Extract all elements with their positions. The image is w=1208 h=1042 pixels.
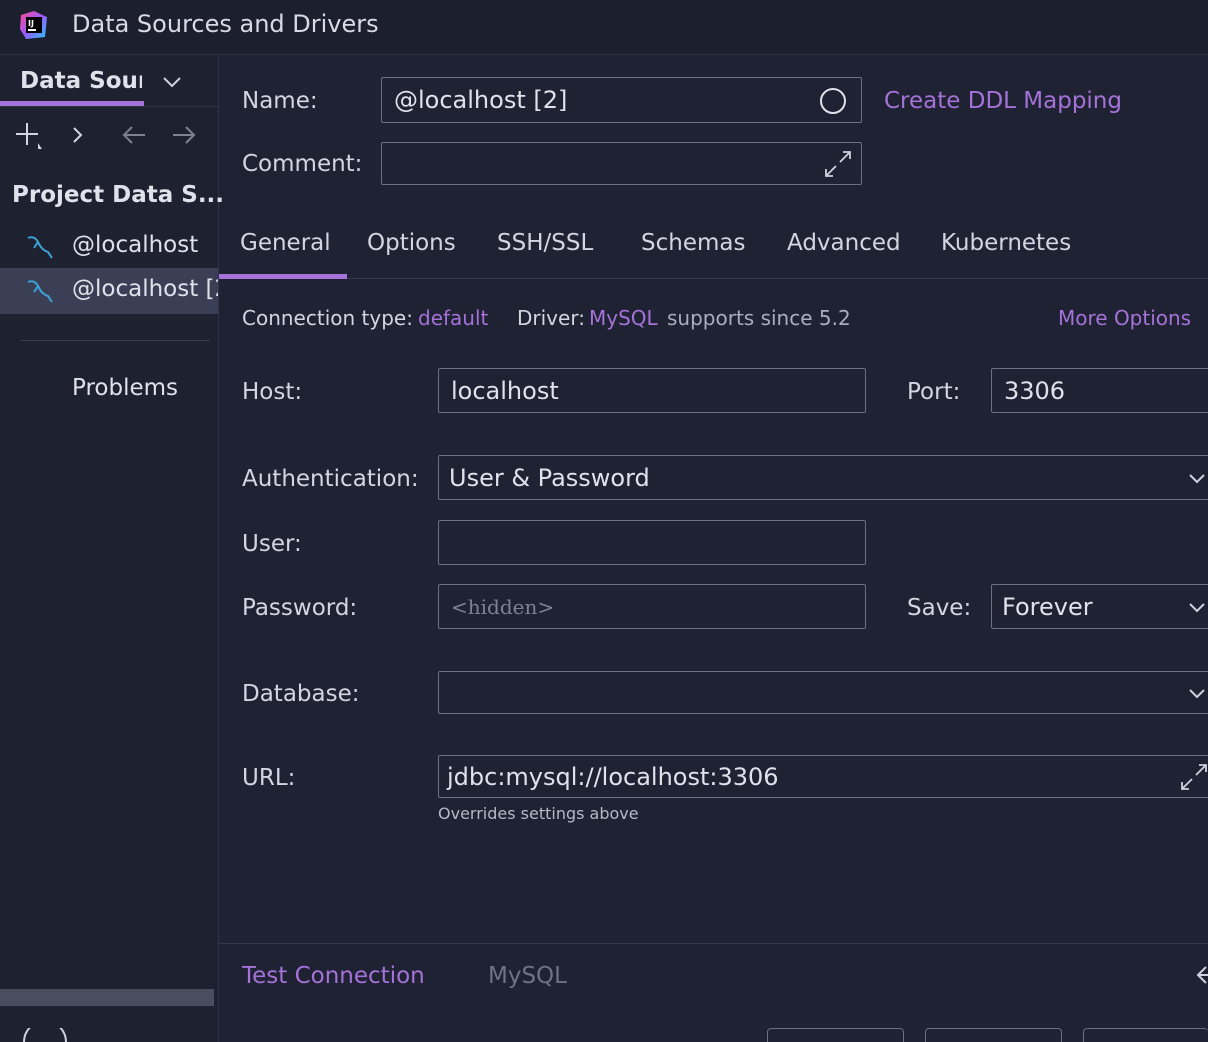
host-value: localhost — [451, 376, 559, 405]
port-input[interactable]: 3306 — [991, 368, 1208, 413]
url-input[interactable]: jdbc:mysql://localhost:3306 — [438, 755, 1208, 798]
chevron-down-icon — [1189, 473, 1205, 483]
window-title: Data Sources and Drivers — [72, 10, 379, 38]
driver-name-text: MySQL — [488, 963, 567, 989]
chevron-down-icon — [1189, 688, 1205, 698]
driver-support-text: supports since 5.2 — [667, 306, 851, 330]
help-icon[interactable] — [22, 1028, 68, 1042]
comment-label: Comment: — [242, 151, 363, 177]
authentication-value: User & Password — [449, 463, 650, 492]
apply-button[interactable] — [1083, 1028, 1208, 1042]
name-label: Name: — [242, 88, 318, 114]
authentication-label: Authentication: — [242, 466, 419, 492]
database-label: Database: — [242, 681, 360, 707]
sidebar-tab-label: Data Sources — [20, 68, 142, 94]
save-value: Forever — [1002, 592, 1093, 621]
add-icon[interactable] — [14, 121, 42, 149]
connection-type-link[interactable]: default — [418, 306, 488, 330]
driver-link[interactable]: MySQL — [589, 306, 658, 330]
cancel-button[interactable] — [925, 1028, 1062, 1042]
name-input[interactable]: @localhost [2] — [381, 77, 862, 123]
reset-icon[interactable] — [1192, 962, 1208, 988]
test-connection-link[interactable]: Test Connection — [242, 963, 425, 989]
port-value: 3306 — [1004, 376, 1066, 405]
arrow-back-icon[interactable] — [120, 121, 148, 149]
save-select[interactable]: Forever — [991, 584, 1208, 629]
url-label: URL: — [242, 765, 296, 791]
driver-label: Driver: — [517, 306, 585, 330]
footer-divider — [219, 943, 1208, 944]
svg-text:IJ: IJ — [28, 19, 34, 28]
tab-ssh-ssl[interactable]: SSH/SSL — [497, 230, 593, 256]
authentication-select[interactable]: User & Password — [438, 455, 1208, 500]
connection-type-label: Connection type: — [242, 306, 413, 330]
tab-general[interactable]: General — [240, 230, 331, 256]
user-label: User: — [242, 531, 302, 557]
chevron-down-icon[interactable] — [160, 70, 184, 94]
tab-options[interactable]: Options — [367, 230, 456, 256]
expand-icon[interactable] — [1179, 762, 1208, 792]
port-label: Port: — [907, 379, 961, 405]
url-hint: Overrides settings above — [438, 804, 639, 823]
color-circle-icon[interactable] — [819, 87, 847, 115]
user-input[interactable] — [438, 520, 866, 565]
tab-schemas[interactable]: Schemas — [641, 230, 745, 256]
sidebar-divider — [20, 340, 210, 341]
tab-kubernetes[interactable]: Kubernetes — [941, 230, 1071, 256]
tab-advanced[interactable]: Advanced — [787, 230, 901, 256]
expand-icon[interactable] — [823, 149, 853, 179]
sidebar-divider — [0, 106, 219, 107]
arrow-forward-icon[interactable] — [170, 121, 198, 149]
comment-input[interactable] — [381, 142, 862, 185]
sidebar-item-problems[interactable]: Problems — [72, 375, 178, 401]
password-placeholder: <hidden> — [451, 594, 555, 619]
sidebar-header: Project Data S... — [12, 182, 225, 208]
sidebar-scrollbar[interactable] — [0, 989, 214, 1006]
save-label: Save: — [907, 595, 972, 621]
password-label: Password: — [242, 595, 358, 621]
chevron-right-icon[interactable] — [64, 121, 92, 149]
host-input[interactable]: localhost — [438, 368, 866, 413]
url-value: jdbc:mysql://localhost:3306 — [447, 762, 779, 791]
sidebar-item-localhost-2[interactable]: @localhost [2] — [0, 268, 218, 314]
tab-general-underline — [219, 274, 347, 279]
sidebar-item-label: @localhost [2] — [72, 276, 218, 302]
password-input[interactable]: <hidden> — [438, 584, 866, 629]
sidebar-item-label: @localhost — [72, 232, 199, 258]
mysql-icon — [27, 236, 53, 259]
mysql-icon — [27, 280, 53, 303]
tabs-divider — [219, 278, 1208, 279]
chevron-down-icon — [1189, 602, 1205, 612]
name-value: @localhost [2] — [394, 86, 568, 114]
create-ddl-mapping-link[interactable]: Create DDL Mapping — [884, 88, 1122, 114]
more-options-link[interactable]: More Options — [1058, 306, 1191, 330]
database-select[interactable] — [438, 671, 1208, 714]
ok-button[interactable] — [767, 1028, 904, 1042]
datagrip-logo-icon: IJ — [20, 11, 47, 39]
host-label: Host: — [242, 379, 303, 405]
sidebar-item-localhost[interactable]: @localhost — [0, 224, 218, 270]
